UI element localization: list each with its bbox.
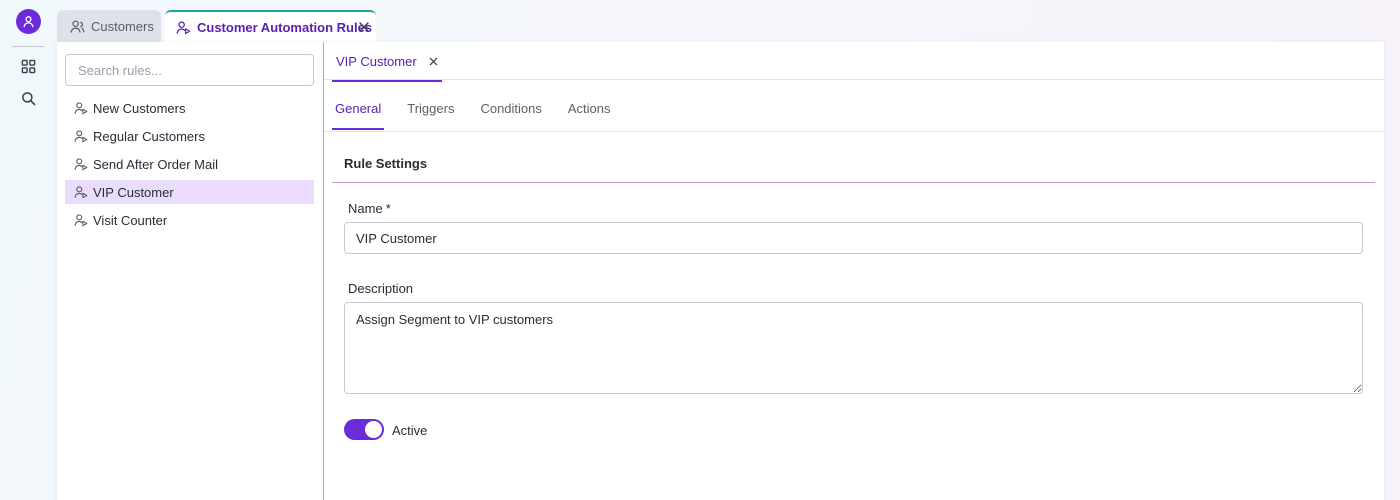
list-item-selected[interactable]: VIP Customer bbox=[65, 180, 314, 204]
customer-rule-icon bbox=[74, 130, 88, 143]
tab-vip-customer[interactable]: VIP Customer bbox=[332, 42, 442, 82]
customer-icon bbox=[70, 19, 85, 33]
list-item[interactable]: Send After Order Mail bbox=[65, 152, 314, 176]
tab-triggers[interactable]: Triggers bbox=[404, 90, 457, 130]
tab-customers-label: Customers bbox=[91, 18, 154, 34]
toggle-knob bbox=[365, 421, 382, 438]
tab-conditions[interactable]: Conditions bbox=[477, 90, 544, 130]
grid-icon bbox=[21, 59, 35, 73]
tab-customer-automation-rules[interactable]: Customer Automation Rules bbox=[165, 10, 376, 42]
required-marker: * bbox=[385, 201, 391, 216]
description-field[interactable]: Assign Segment to VIP customers bbox=[344, 302, 1363, 394]
list-item-label: Send After Order Mail bbox=[93, 156, 218, 172]
global-search-button[interactable] bbox=[19, 89, 37, 107]
customer-rule-icon bbox=[74, 158, 88, 171]
subtab-divider bbox=[324, 131, 1384, 132]
close-icon[interactable] bbox=[358, 21, 370, 33]
detail-tab-divider bbox=[324, 79, 1384, 80]
close-icon[interactable] bbox=[429, 57, 438, 66]
customer-rule-icon bbox=[74, 214, 88, 227]
list-item[interactable]: Regular Customers bbox=[65, 124, 314, 148]
description-label: Description bbox=[348, 281, 414, 296]
section-divider bbox=[332, 182, 1375, 183]
section-title: Rule Settings bbox=[344, 156, 428, 171]
list-item[interactable]: Visit Counter bbox=[65, 208, 314, 232]
tab-actions[interactable]: Actions bbox=[565, 90, 614, 130]
customer-rule-icon bbox=[74, 102, 88, 115]
search-rules-input[interactable] bbox=[65, 54, 314, 86]
customer-rule-icon bbox=[176, 20, 191, 34]
tab-customer-automation-rules-label: Customer Automation Rules bbox=[197, 19, 373, 35]
search-icon bbox=[21, 91, 35, 105]
detail-subtabs: General Triggers Conditions Actions bbox=[332, 90, 614, 130]
user-avatar[interactable] bbox=[16, 9, 41, 34]
list-item-label: Regular Customers bbox=[93, 128, 205, 144]
active-toggle[interactable] bbox=[344, 419, 384, 440]
tab-general[interactable]: General bbox=[332, 90, 385, 130]
user-icon bbox=[23, 16, 34, 28]
rule-list: New Customers Regular Customers Send Aft… bbox=[65, 96, 314, 236]
customer-rule-icon bbox=[74, 186, 88, 199]
name-field[interactable] bbox=[344, 222, 1363, 254]
detail-tab-label: VIP Customer bbox=[336, 53, 417, 69]
list-item-label: Visit Counter bbox=[93, 212, 168, 228]
dashboard-button[interactable] bbox=[19, 57, 37, 75]
name-label-text: Name bbox=[348, 201, 383, 216]
list-item[interactable]: New Customers bbox=[65, 96, 314, 120]
name-label: Name * bbox=[348, 201, 391, 216]
list-item-label: New Customers bbox=[93, 100, 186, 116]
active-label: Active bbox=[392, 423, 428, 438]
list-item-label: VIP Customer bbox=[93, 184, 174, 200]
main-panel: New Customers Regular Customers Send Aft… bbox=[57, 42, 1384, 500]
left-rail bbox=[0, 0, 56, 500]
rail-divider bbox=[12, 46, 44, 47]
tab-customers[interactable]: Customers bbox=[57, 10, 161, 42]
list-divider bbox=[323, 42, 324, 500]
